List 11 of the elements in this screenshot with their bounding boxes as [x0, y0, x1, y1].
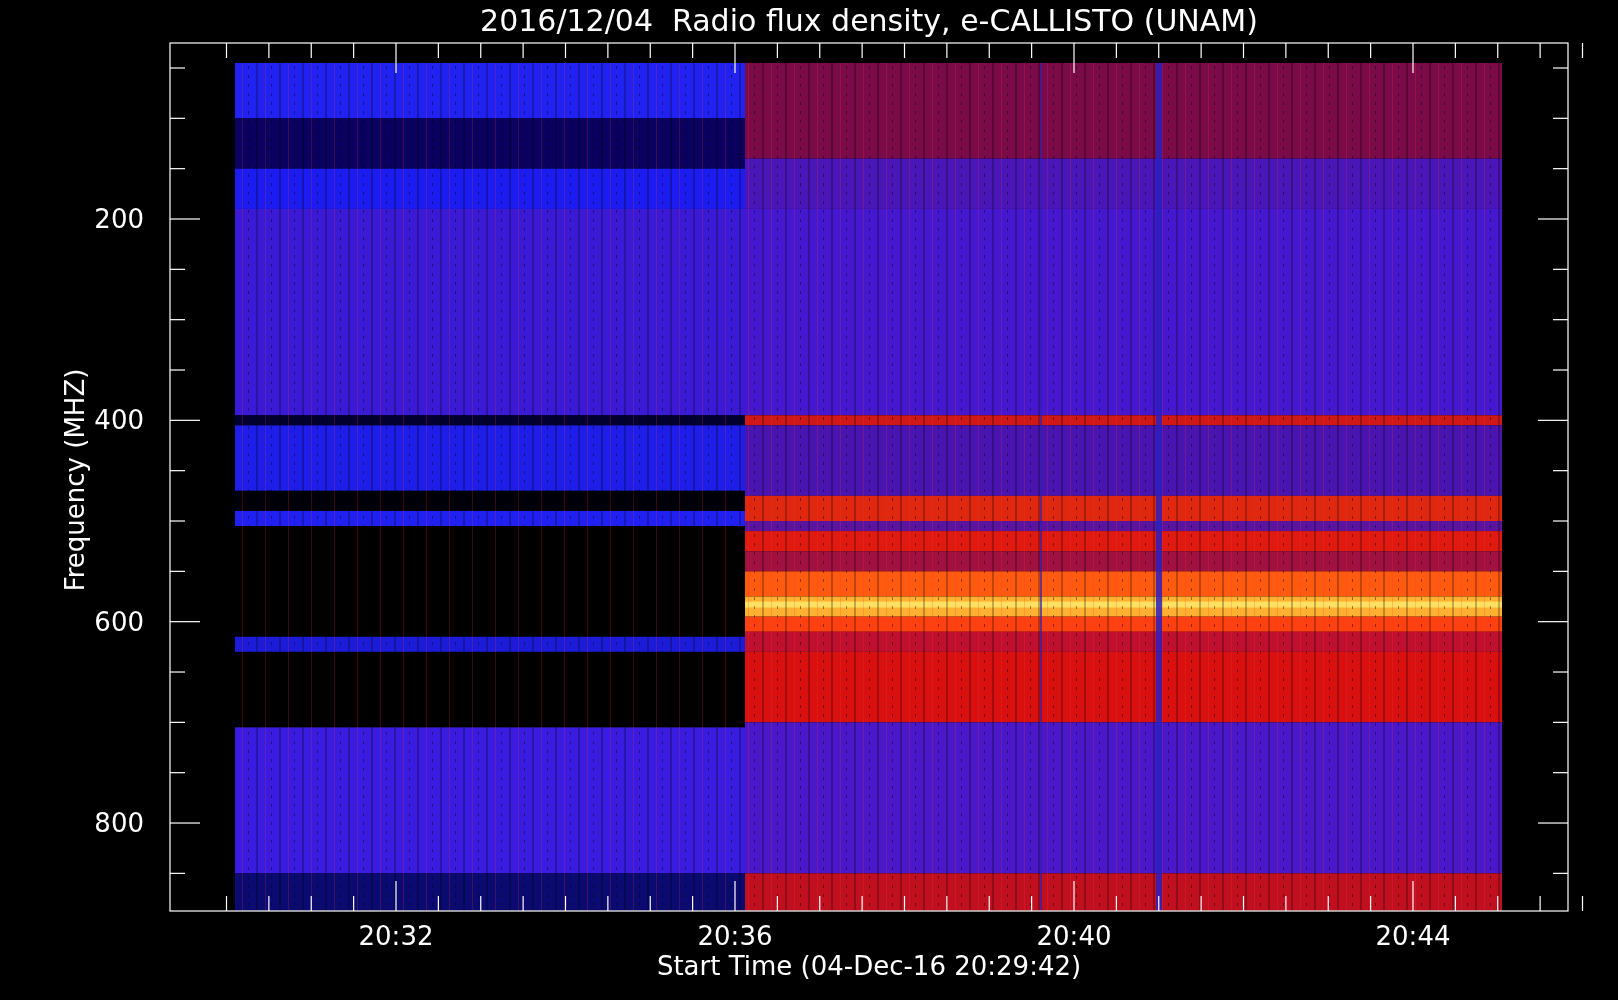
y-tick-label: 200 [94, 204, 144, 234]
y-axis-label: Frequency (MHZ) [60, 368, 90, 592]
x-tick-label: 20:32 [358, 921, 434, 951]
y-tick-label: 800 [94, 808, 144, 838]
y-tick-label: 400 [94, 405, 144, 436]
x-axis-label: Start Time (04-Dec-16 20:29:42) [656, 951, 1082, 981]
x-tick-label: 20:44 [1375, 921, 1451, 951]
y-tick-label: 600 [94, 606, 144, 637]
x-tick-label: 20:36 [697, 921, 773, 951]
x-tick-label: 20:40 [1036, 921, 1112, 951]
chart-title: 2016/12/04 Radio flux density, e-CALLISTO (UNAM) [480, 3, 1258, 38]
